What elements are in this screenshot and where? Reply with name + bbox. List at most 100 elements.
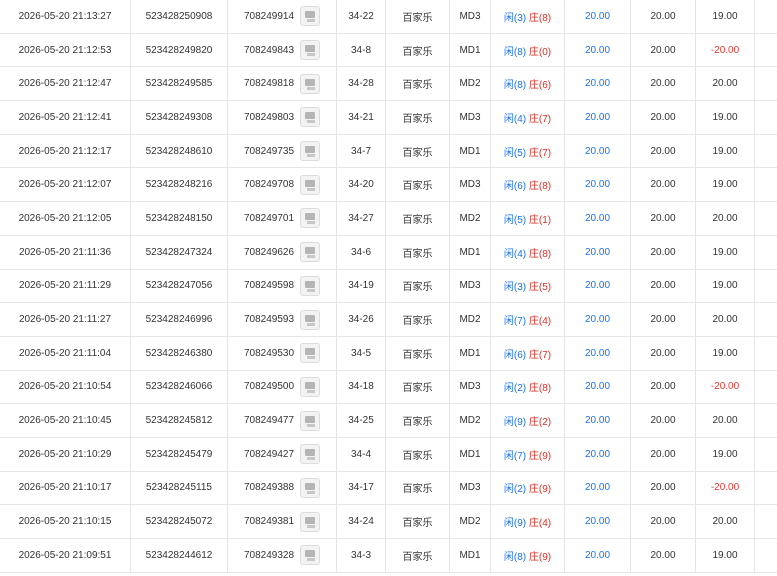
table-number: 34-27 [337, 202, 386, 235]
table-row: 2026-05-20 21:11:29 523428247056 7082495… [0, 269, 777, 304]
game-record-icon[interactable] [300, 242, 321, 263]
table-number: 34-4 [337, 437, 386, 471]
valid-amount: 20.00 [631, 303, 696, 336]
trailing-cell [755, 472, 777, 505]
game-record-icon[interactable] [300, 343, 321, 364]
table-number: 34-5 [337, 336, 386, 370]
trailing-cell [755, 337, 777, 370]
game-name: 百家乐 [386, 101, 450, 134]
game-name: 百家乐 [386, 33, 450, 67]
game-record-icon[interactable] [300, 107, 321, 128]
banker-result: 庄(7) [528, 147, 552, 159]
game-result: 闲(9) 庄(4) [491, 505, 565, 538]
valid-amount: 20.00 [631, 168, 696, 202]
game-id: 708249818 [243, 78, 295, 90]
game-id: 708249530 [243, 347, 295, 359]
bet-amount: 20.00 [565, 33, 631, 67]
game-result: 闲(4) 庄(8) [491, 235, 565, 269]
win-loss: 20.00 [696, 67, 755, 101]
bet-amount: 20.00 [565, 539, 631, 572]
table-number: 34-17 [337, 471, 386, 505]
game-record-icon[interactable] [300, 6, 321, 27]
game-record-icon[interactable] [300, 545, 321, 566]
bet-time: 2026-05-20 21:10:29 [0, 437, 131, 471]
bet-id: 523428249820 [131, 33, 228, 67]
game-mode: MD3 [450, 269, 491, 303]
bet-time: 2026-05-20 21:11:29 [0, 269, 131, 303]
trailing-cell [755, 371, 777, 404]
game-name: 百家乐 [386, 336, 450, 370]
game-record-icon[interactable] [300, 208, 321, 229]
bet-time: 2026-05-20 21:12:05 [0, 202, 131, 235]
player-result: 闲(8) [503, 551, 527, 563]
bet-time: 2026-05-20 21:10:54 [0, 370, 131, 404]
bet-time: 2026-05-20 21:09:51 [0, 539, 131, 572]
game-id: 708249598 [243, 280, 295, 292]
game-record-icon[interactable] [300, 511, 321, 532]
bet-id: 523428246996 [131, 303, 228, 336]
bet-id: 523428247324 [131, 235, 228, 269]
player-result: 闲(8) [503, 80, 527, 92]
game-id: 708249626 [243, 246, 295, 258]
game-name: 百家乐 [386, 202, 450, 235]
win-loss: 20.00 [696, 202, 755, 235]
bet-time: 2026-05-20 21:13:27 [0, 0, 131, 33]
valid-amount: 20.00 [631, 471, 696, 505]
trailing-cell [755, 202, 777, 235]
bet-amount: 20.00 [565, 437, 631, 471]
game-result: 闲(3) 庄(5) [491, 269, 565, 303]
valid-amount: 20.00 [631, 33, 696, 67]
game-id: 708249701 [243, 212, 295, 224]
bet-id: 523428248216 [131, 168, 228, 202]
game-result: 闲(5) 庄(1) [491, 202, 565, 235]
game-record-icon[interactable] [300, 174, 321, 195]
trailing-cell [755, 438, 777, 471]
banker-result: 庄(9) [528, 551, 552, 563]
game-id-cell: 708249593 [228, 303, 337, 336]
banker-result: 庄(4) [528, 518, 552, 530]
table-row: 2026-05-20 21:12:41 523428249308 7082498… [0, 101, 777, 135]
table-row: 2026-05-20 21:10:54 523428246066 7082495… [0, 370, 777, 405]
game-mode: MD3 [450, 0, 491, 33]
game-result: 闲(2) 庄(9) [491, 471, 565, 505]
game-mode: MD2 [450, 505, 491, 538]
table-row: 2026-05-20 21:10:15 523428245072 7082493… [0, 505, 777, 539]
banker-result: 庄(0) [528, 46, 552, 58]
trailing-cell [755, 505, 777, 538]
game-id: 708249328 [243, 549, 295, 561]
game-result: 闲(4) 庄(7) [491, 101, 565, 134]
game-id: 708249708 [243, 179, 295, 191]
win-loss: -20.00 [696, 370, 755, 404]
table-row: 2026-05-20 21:12:05 523428248150 7082497… [0, 202, 777, 236]
game-record-icon[interactable] [300, 376, 321, 397]
game-name: 百家乐 [386, 370, 450, 404]
valid-amount: 20.00 [631, 404, 696, 437]
banker-result: 庄(1) [528, 214, 552, 226]
game-record-icon[interactable] [300, 73, 321, 94]
player-result: 闲(7) [503, 450, 527, 462]
table-row: 2026-05-20 21:12:47 523428249585 7082498… [0, 67, 777, 102]
bet-amount: 20.00 [565, 0, 631, 33]
bet-id: 523428250908 [131, 0, 228, 33]
game-record-icon[interactable] [300, 40, 321, 61]
trailing-cell [755, 303, 777, 336]
game-id: 708249735 [243, 145, 295, 157]
game-result: 闲(6) 庄(7) [491, 336, 565, 370]
table-number: 34-26 [337, 303, 386, 336]
game-record-icon[interactable] [300, 444, 321, 465]
game-record-icon[interactable] [300, 477, 321, 498]
win-loss: 20.00 [696, 303, 755, 336]
table-number: 34-25 [337, 404, 386, 437]
bet-amount: 20.00 [565, 471, 631, 505]
game-record-icon[interactable] [300, 309, 321, 330]
player-result: 闲(4) [503, 248, 527, 260]
player-result: 闲(2) [503, 383, 527, 395]
game-record-icon[interactable] [300, 410, 321, 431]
game-result: 闲(5) 庄(7) [491, 134, 565, 168]
bet-time: 2026-05-20 21:10:15 [0, 505, 131, 538]
game-id: 708249914 [243, 10, 295, 22]
game-record-icon[interactable] [300, 141, 321, 162]
banker-result: 庄(7) [528, 349, 552, 361]
game-record-icon[interactable] [300, 275, 321, 296]
banker-result: 庄(8) [528, 248, 552, 260]
